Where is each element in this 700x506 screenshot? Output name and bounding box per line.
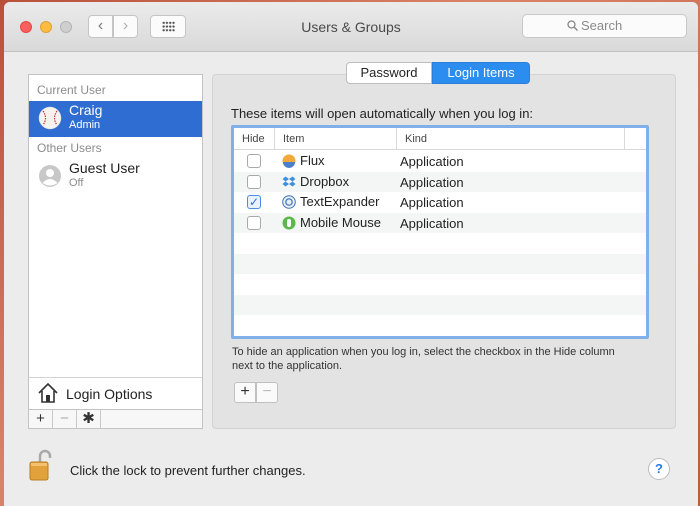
- hide-checkbox-checked[interactable]: ✓: [247, 195, 261, 209]
- empty-row: [234, 294, 646, 315]
- hide-checkbox[interactable]: [247, 174, 261, 189]
- sidebar-toolbar: + − ✱: [29, 409, 202, 429]
- search-field[interactable]: Search: [522, 14, 687, 38]
- empty-row: [234, 253, 646, 274]
- remove-user-button[interactable]: −: [53, 410, 77, 429]
- mobile-mouse-icon: [282, 216, 296, 229]
- login-items-table[interactable]: Hide Item Kind Flux Application Dropbox …: [231, 125, 649, 339]
- add-user-button[interactable]: +: [29, 410, 53, 429]
- table-row[interactable]: ✓ TextExpander Application: [234, 192, 646, 213]
- item-kind: Application: [400, 195, 464, 210]
- empty-row: [234, 315, 646, 336]
- hide-help-text: To hide an application when you log in, …: [232, 346, 615, 372]
- user-name: Guest User: [69, 160, 140, 176]
- settings-gear-button[interactable]: ✱: [77, 410, 101, 429]
- user-status: Off: [69, 177, 84, 189]
- item-name: TextExpander: [300, 194, 380, 209]
- textexpander-icon: [282, 195, 296, 209]
- current-user-heading: Current User: [37, 83, 106, 97]
- hide-checkbox[interactable]: [247, 154, 261, 168]
- empty-row: [234, 233, 646, 254]
- table-row[interactable]: Flux Application: [234, 151, 646, 172]
- item-kind: Application: [400, 154, 464, 169]
- column-header-item[interactable]: Item: [275, 128, 397, 150]
- user-row-guest[interactable]: Guest User Off: [29, 159, 202, 195]
- other-users-heading: Other Users: [37, 141, 102, 155]
- table-row[interactable]: Mobile Mouse Application: [234, 212, 646, 233]
- help-button[interactable]: ?: [648, 458, 670, 480]
- item-name: Mobile Mouse: [300, 214, 381, 230]
- hide-checkbox[interactable]: [247, 215, 261, 230]
- login-items-heading: These items will open automatically when…: [231, 106, 534, 121]
- column-header-hide[interactable]: Hide: [234, 128, 275, 150]
- house-icon: [38, 382, 58, 403]
- item-kind: Application: [400, 215, 464, 231]
- item-name: Dropbox: [300, 173, 350, 189]
- tab-login-items[interactable]: Login Items: [432, 62, 530, 84]
- users-sidebar: Current User Craig Admin Other Users Gue…: [28, 74, 203, 429]
- login-options-item[interactable]: Login Options: [29, 377, 202, 409]
- unlocked-lock-icon[interactable]: [28, 448, 54, 482]
- remove-login-item-button[interactable]: −: [256, 382, 278, 403]
- empty-row: [234, 274, 646, 295]
- flux-icon: [282, 154, 296, 168]
- dropbox-icon: [282, 176, 296, 186]
- user-name: Craig: [69, 102, 103, 118]
- person-silhouette-icon: [39, 165, 61, 187]
- table-header: Hide Item Kind: [234, 128, 646, 150]
- item-kind: Application: [400, 174, 464, 190]
- login-options-label: Login Options: [66, 386, 153, 402]
- column-header-kind[interactable]: Kind: [397, 128, 625, 150]
- user-row-craig[interactable]: Craig Admin: [29, 101, 202, 137]
- lock-instructions: Click the lock to prevent further change…: [70, 463, 306, 478]
- item-name: Flux: [300, 153, 325, 168]
- user-role: Admin: [69, 119, 101, 131]
- table-row[interactable]: Dropbox Application: [234, 171, 646, 192]
- search-placeholder: Search: [581, 18, 623, 33]
- baseball-icon: [38, 106, 62, 130]
- title-bar: ‹ › Users & Groups Search: [4, 2, 698, 52]
- search-icon: [567, 20, 578, 31]
- add-login-item-button[interactable]: +: [234, 382, 256, 403]
- tab-password[interactable]: Password: [346, 62, 432, 84]
